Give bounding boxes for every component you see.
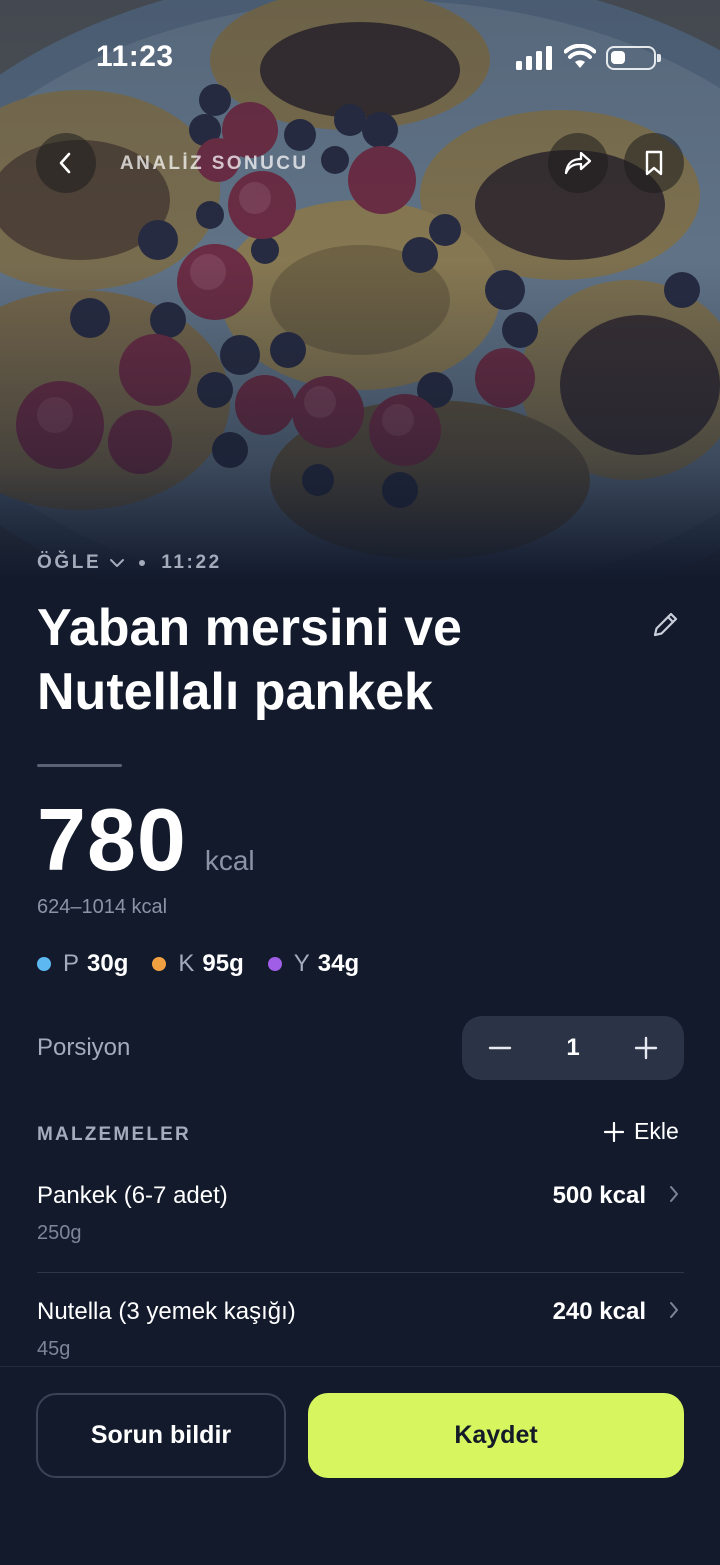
meal-time: 11:22	[161, 552, 222, 573]
chevron-left-icon	[59, 152, 71, 174]
back-button[interactable]	[36, 133, 96, 193]
meal-meta: ÖĞLE 11:22	[37, 552, 222, 574]
status-bar: 11:23	[0, 0, 720, 110]
ingredient-divider	[37, 1272, 684, 1273]
wifi-icon	[564, 44, 596, 68]
plus-icon[interactable]	[634, 1036, 658, 1060]
calorie-range: 624–1014 kcal	[37, 896, 168, 918]
calorie-summary: 780 kcal	[37, 790, 255, 890]
share-arrow-icon	[564, 151, 592, 175]
calorie-value: 780	[37, 790, 187, 889]
meal-type-selector[interactable]: ÖĞLE	[37, 552, 101, 574]
macro-fat: Y 34g	[267, 950, 360, 978]
add-label: Ekle	[634, 1118, 679, 1144]
minus-icon[interactable]	[488, 1036, 512, 1060]
ingredient-item[interactable]: Pankek (6-7 adet) 250g 500 kcal	[37, 1182, 684, 1252]
calorie-unit: kcal	[204, 845, 255, 876]
macro-label: K	[178, 950, 195, 977]
edit-pencil-icon[interactable]	[650, 608, 682, 640]
macro-carbs: K 95g	[152, 950, 244, 978]
macro-protein: P 30g	[37, 950, 128, 978]
ingredient-kcal: 500 kcal	[552, 1182, 646, 1209]
ingredient-name: Pankek (6-7 adet)	[37, 1182, 228, 1209]
meal-title: Yaban mersini ve Nutellalı pankek	[37, 599, 462, 721]
chevron-right-icon	[670, 1302, 678, 1318]
share-button[interactable]	[548, 133, 608, 193]
chevron-right-icon	[670, 1186, 678, 1202]
carbs-dot-icon	[152, 957, 167, 971]
page-title: ANALİZ SONUCU	[120, 153, 309, 174]
ingredient-item[interactable]: Nutella (3 yemek kaşığı) 45g 240 kcal	[37, 1298, 684, 1364]
chevron-down-icon[interactable]	[109, 558, 125, 568]
portion-value[interactable]: 1	[566, 1034, 579, 1062]
bookmark-button[interactable]	[624, 133, 684, 193]
portion-label: Porsiyon	[37, 1034, 131, 1061]
macro-value: 34g	[317, 950, 360, 977]
ingredient-weight: 250g	[37, 1222, 82, 1244]
save-button[interactable]: Kaydet	[308, 1393, 684, 1478]
report-issue-button[interactable]: Sorun bildir	[36, 1393, 286, 1478]
macro-value: 30g	[87, 950, 129, 977]
bookmark-icon	[645, 150, 663, 176]
macro-label: Y	[293, 950, 310, 977]
ingredient-weight: 45g	[37, 1338, 71, 1360]
fat-dot-icon	[267, 957, 282, 971]
protein-dot-icon	[37, 957, 51, 971]
portion-stepper: 1	[462, 1016, 684, 1080]
title-divider	[37, 764, 122, 767]
ingredient-name: Nutella (3 yemek kaşığı)	[37, 1298, 296, 1325]
add-ingredient-button[interactable]: Ekle	[604, 1118, 679, 1145]
ingredient-kcal: 240 kcal	[552, 1298, 646, 1325]
macros-row: P 30g K 95g Y 34g	[37, 950, 383, 978]
separator-dot	[139, 560, 146, 566]
cellular-signal-icon	[516, 46, 552, 70]
macro-label: P	[63, 950, 80, 977]
ingredients-heading: MALZEMELER	[37, 1124, 191, 1145]
macro-value: 95g	[202, 950, 244, 977]
status-time: 11:23	[96, 40, 174, 73]
battery-icon	[606, 46, 661, 70]
plus-icon	[604, 1121, 624, 1142]
